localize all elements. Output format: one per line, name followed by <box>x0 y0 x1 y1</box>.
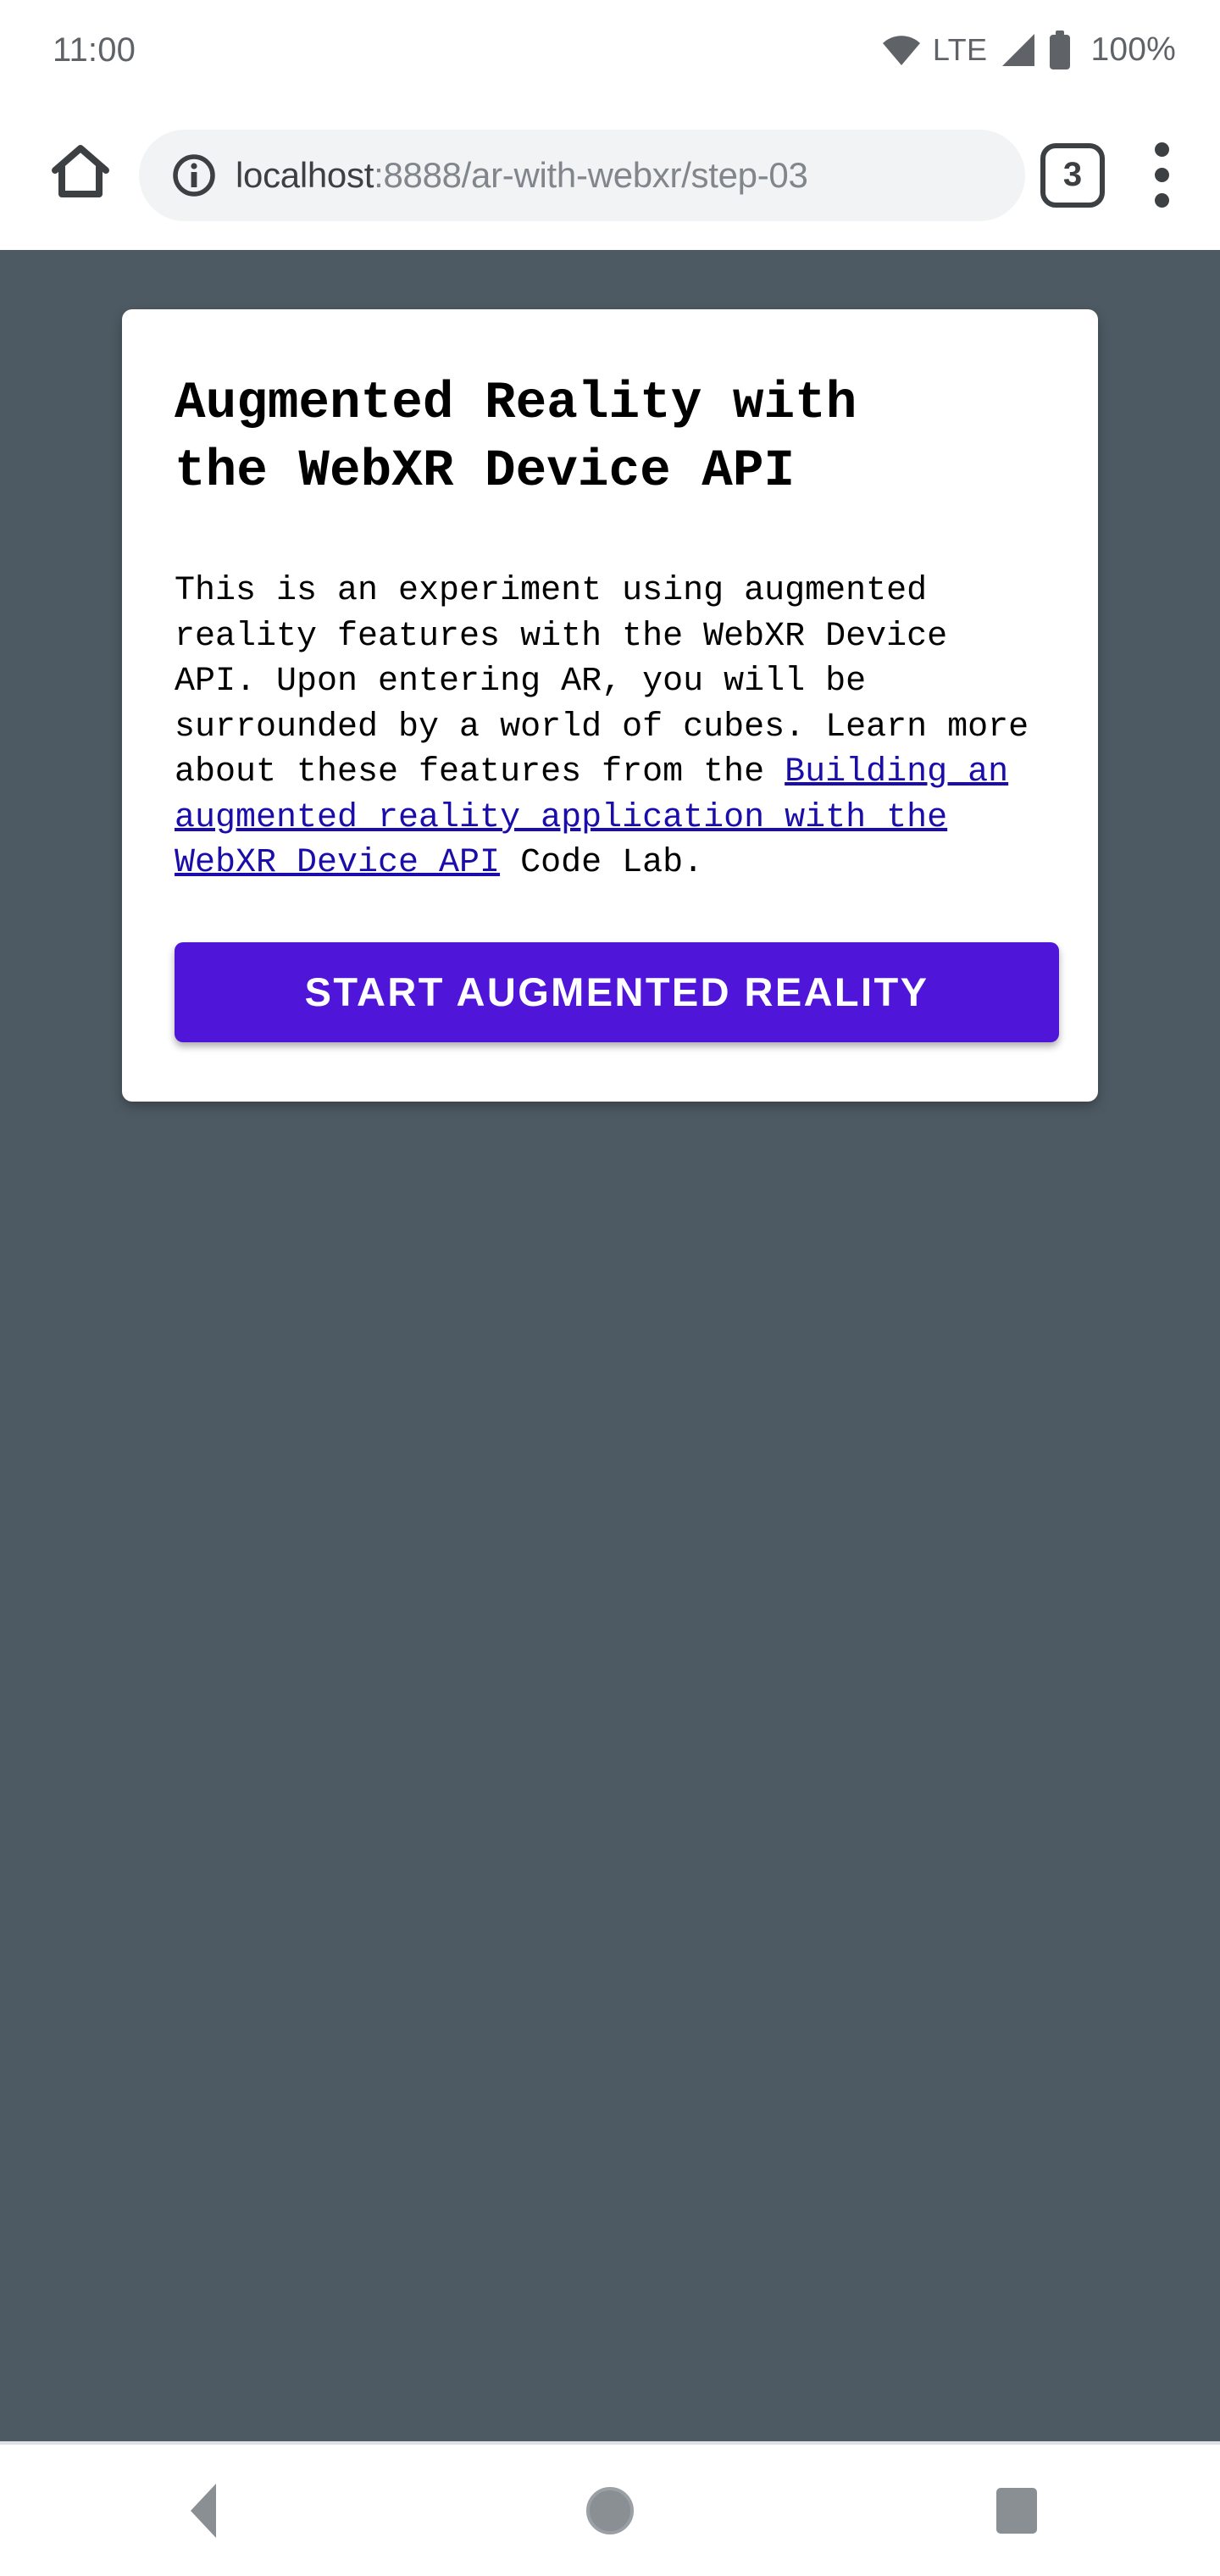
signal-icon <box>999 32 1036 68</box>
status-clock: 11:00 <box>53 31 136 69</box>
home-circle-icon <box>586 2486 634 2534</box>
back-button[interactable] <box>127 2443 280 2576</box>
recents-square-icon <box>996 2487 1037 2534</box>
android-navigation-bar <box>0 2441 1220 2576</box>
home-button[interactable] <box>34 129 127 222</box>
url-bar[interactable]: localhost:8888/ar-with-webxr/step-03 <box>139 129 1025 221</box>
back-triangle-icon <box>191 2483 216 2538</box>
battery-percent-label: 100% <box>1090 31 1176 68</box>
url-text: localhost:8888/ar-with-webxr/step-03 <box>236 155 1000 196</box>
start-augmented-reality-button[interactable]: START AUGMENTED REALITY <box>175 941 1059 1042</box>
status-indicators: LTE 100% <box>882 31 1176 69</box>
home-nav-button[interactable] <box>534 2443 686 2576</box>
wifi-icon <box>882 33 921 67</box>
tab-switcher-button[interactable]: 3 <box>1040 142 1105 208</box>
phone-screen: 11:00 LTE 100% localhost:8888/ar-with-we… <box>0 0 1220 2576</box>
web-page-viewport: Augmented Reality with the WebXR Device … <box>0 250 1220 2441</box>
info-icon[interactable] <box>171 153 217 198</box>
overflow-menu-icon <box>1154 142 1169 157</box>
home-icon <box>46 138 115 212</box>
browser-toolbar: localhost:8888/ar-with-webxr/step-03 3 <box>0 100 1220 250</box>
overflow-menu-button[interactable] <box>1123 129 1200 222</box>
page-title: Augmented Reality with the WebXR Device … <box>175 375 857 501</box>
overflow-menu-icon-dot2 <box>1154 168 1169 182</box>
url-host: localhost <box>236 154 374 195</box>
overflow-menu-icon-dot3 <box>1154 193 1169 208</box>
info-card: Augmented Reality with the WebXR Device … <box>122 309 1098 1102</box>
status-bar: 11:00 LTE 100% <box>0 0 1220 100</box>
url-path: :8888/ar-with-webxr/step-03 <box>374 154 808 195</box>
network-type-label: LTE <box>932 32 988 67</box>
battery-icon <box>1048 31 1072 69</box>
page-description: This is an experiment using augmented re… <box>175 569 1045 886</box>
description-text-after-link: Code Lab. <box>500 844 704 882</box>
recent-apps-button[interactable] <box>940 2443 1093 2576</box>
